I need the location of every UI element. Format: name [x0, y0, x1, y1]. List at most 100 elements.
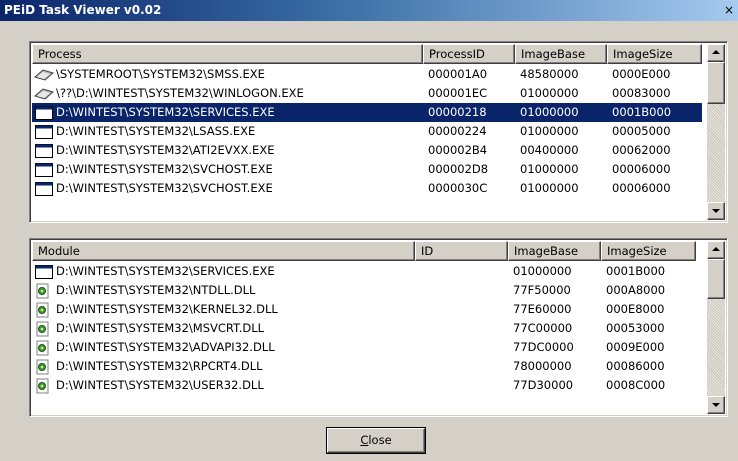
cell-name: D:\WINTEST\SYSTEM32\ADVAPI32.DLL — [32, 338, 415, 357]
module-row[interactable]: D:\WINTEST\SYSTEM32\MSVCRT.DLL 77C00000 00… — [32, 319, 696, 338]
column-header-imagebase[interactable]: ImageBase — [508, 241, 601, 261]
cell-size: 00006000 — [612, 162, 671, 176]
cell-pid: 00000218 — [423, 103, 515, 122]
cell-id — [415, 376, 508, 395]
dll-gear-icon — [34, 340, 54, 356]
title-bar[interactable]: PEiD Task Viewer v0.02 × — [0, 0, 738, 21]
cell-size: 0000E000 — [612, 67, 671, 81]
module-row[interactable]: D:\WINTEST\SYSTEM32\NTDLL.DLL 77F50000 000… — [32, 281, 696, 300]
cell-name: \SYSTEMROOT\SYSTEM32\SMSS.EXE — [32, 65, 423, 84]
cell-name: D:\WINTEST\SYSTEM32\MSVCRT.DLL — [32, 319, 415, 338]
module-rows: D:\WINTEST\SYSTEM32\SERVICES.EXE 01000000… — [32, 262, 696, 395]
cell-size: 00005000 — [612, 124, 671, 138]
cell-name: D:\WINTEST\SYSTEM32\SERVICES.EXE — [32, 262, 415, 281]
row-name: D:\WINTEST\SYSTEM32\KERNEL32.DLL — [56, 302, 278, 316]
close-button[interactable]: Close — [327, 428, 425, 453]
row-name: D:\WINTEST\SYSTEM32\SERVICES.EXE — [56, 264, 275, 278]
cell-base: 01000000 — [513, 264, 572, 278]
window-app-icon — [34, 105, 54, 121]
cell-name: D:\WINTEST\SYSTEM32\LSASS.EXE — [32, 122, 423, 141]
module-row[interactable]: D:\WINTEST\SYSTEM32\USER32.DLL 77D30000 00… — [32, 376, 696, 395]
row-name: D:\WINTEST\SYSTEM32\ATI2EVXX.EXE — [56, 143, 275, 157]
cell-name: D:\WINTEST\SYSTEM32\SVCHOST.EXE — [32, 179, 423, 198]
dll-gear-icon — [34, 359, 54, 375]
process-row[interactable]: \??\D:\WINTEST\SYSTEM32\WINLOGON.EXE 0000… — [32, 84, 702, 103]
row-name: D:\WINTEST\SYSTEM32\SERVICES.EXE — [56, 105, 275, 119]
scroll-up-button[interactable] — [707, 44, 725, 62]
cell-size: 00083000 — [612, 86, 671, 100]
cell-pid: 000001A0 — [428, 67, 488, 81]
process-list-header: Process ProcessID ImageBase ImageSize — [32, 44, 702, 64]
scroll-up-button[interactable] — [707, 241, 725, 259]
module-row[interactable]: D:\WINTEST\SYSTEM32\SERVICES.EXE 01000000… — [32, 262, 696, 281]
process-row[interactable]: D:\WINTEST\SYSTEM32\SVCHOST.EXE 000002D8 0… — [32, 160, 702, 179]
cell-pid: 00000224 — [428, 124, 487, 138]
window-app-icon — [34, 264, 54, 280]
column-header-module[interactable]: Module — [32, 241, 415, 261]
cell-base: 77E60000 — [513, 302, 572, 316]
module-row[interactable]: D:\WINTEST\SYSTEM32\KERNEL32.DLL 77E60000… — [32, 300, 696, 319]
process-row[interactable]: D:\WINTEST\SYSTEM32\LSASS.EXE 00000224 010… — [32, 122, 702, 141]
cell-base: 77D30000 — [513, 378, 574, 392]
cell-id — [415, 319, 508, 338]
system-process-icon — [33, 67, 55, 83]
module-list-scrollbar[interactable] — [707, 241, 725, 414]
module-list[interactable]: Module ID ImageBase ImageSize D:\WINTEST… — [29, 238, 728, 417]
row-name: \SYSTEMROOT\SYSTEM32\SMSS.EXE — [56, 67, 265, 81]
cell-size: 0009E000 — [606, 340, 665, 354]
cell-base: 01000000 — [520, 86, 579, 100]
column-header-processid[interactable]: ProcessID — [423, 44, 515, 64]
cell-name: D:\WINTEST\SYSTEM32\SERVICES.EXE — [32, 103, 423, 122]
column-header-id[interactable]: ID — [415, 241, 508, 261]
peid-task-viewer-window: PEiD Task Viewer v0.02 × Process Process… — [0, 0, 738, 461]
process-row[interactable]: D:\WINTEST\SYSTEM32\SERVICES.EXE 00000218… — [32, 103, 702, 122]
cell-base: 77C00000 — [513, 321, 573, 335]
arrow-down-icon — [712, 209, 720, 213]
system-process-icon — [33, 86, 55, 102]
process-list[interactable]: Process ProcessID ImageBase ImageSize \S… — [29, 41, 728, 223]
process-row[interactable]: \SYSTEMROOT\SYSTEM32\SMSS.EXE 000001A0 485… — [32, 65, 702, 84]
row-name: D:\WINTEST\SYSTEM32\USER32.DLL — [56, 378, 264, 392]
cell-pid: 000002D8 — [428, 162, 489, 176]
cell-base: 78000000 — [513, 359, 572, 373]
column-header-imagesize[interactable]: ImageSize — [601, 241, 696, 261]
process-row[interactable]: D:\WINTEST\SYSTEM32\ATI2EVXX.EXE 000002B4… — [32, 141, 702, 160]
module-row[interactable]: D:\WINTEST\SYSTEM32\RPCRT4.DLL 78000000 00… — [32, 357, 696, 376]
module-row[interactable]: D:\WINTEST\SYSTEM32\ADVAPI32.DLL 77DC0000… — [32, 338, 696, 357]
cell-name: D:\WINTEST\SYSTEM32\USER32.DLL — [32, 376, 415, 395]
window-app-icon — [34, 162, 54, 178]
cell-base: 01000000 — [520, 124, 579, 138]
window-app-icon — [34, 143, 54, 159]
cell-size: 00053000 — [606, 321, 665, 335]
row-name: D:\WINTEST\SYSTEM32\ADVAPI32.DLL — [56, 340, 275, 354]
cell-base: 48580000 — [520, 67, 579, 81]
cell-pid: 000002B4 — [428, 143, 488, 157]
cell-pid: 0000030C — [428, 181, 488, 195]
process-rows: \SYSTEMROOT\SYSTEM32\SMSS.EXE 000001A0 485… — [32, 65, 702, 198]
window-app-icon — [34, 124, 54, 140]
cell-name: D:\WINTEST\SYSTEM32\NTDLL.DLL — [32, 281, 415, 300]
cell-id — [415, 281, 508, 300]
cell-base: 77DC0000 — [513, 340, 574, 354]
cell-size: 0001B000 — [606, 264, 666, 278]
cell-name: D:\WINTEST\SYSTEM32\RPCRT4.DLL — [32, 357, 415, 376]
cell-id — [415, 338, 508, 357]
cell-size: 00086000 — [606, 359, 665, 373]
row-name: D:\WINTEST\SYSTEM32\NTDLL.DLL — [56, 283, 256, 297]
process-row[interactable]: D:\WINTEST\SYSTEM32\SVCHOST.EXE 0000030C 0… — [32, 179, 702, 198]
cell-base: 01000000 — [520, 181, 579, 195]
arrow-down-icon — [712, 403, 720, 407]
cell-pid: 000001EC — [428, 86, 488, 100]
cell-base: 00400000 — [520, 143, 579, 157]
column-header-process[interactable]: Process — [32, 44, 423, 64]
dll-gear-icon — [34, 302, 54, 318]
cell-base: 01000000 — [520, 162, 579, 176]
scroll-down-button[interactable] — [707, 396, 725, 414]
scroll-thumb[interactable] — [707, 259, 725, 299]
close-window-icon[interactable]: × — [722, 2, 736, 18]
column-header-imagesize[interactable]: ImageSize — [607, 44, 702, 64]
scroll-down-button[interactable] — [707, 202, 725, 220]
scroll-thumb[interactable] — [707, 62, 725, 104]
column-header-imagebase[interactable]: ImageBase — [515, 44, 607, 64]
process-list-scrollbar[interactable] — [707, 44, 725, 220]
